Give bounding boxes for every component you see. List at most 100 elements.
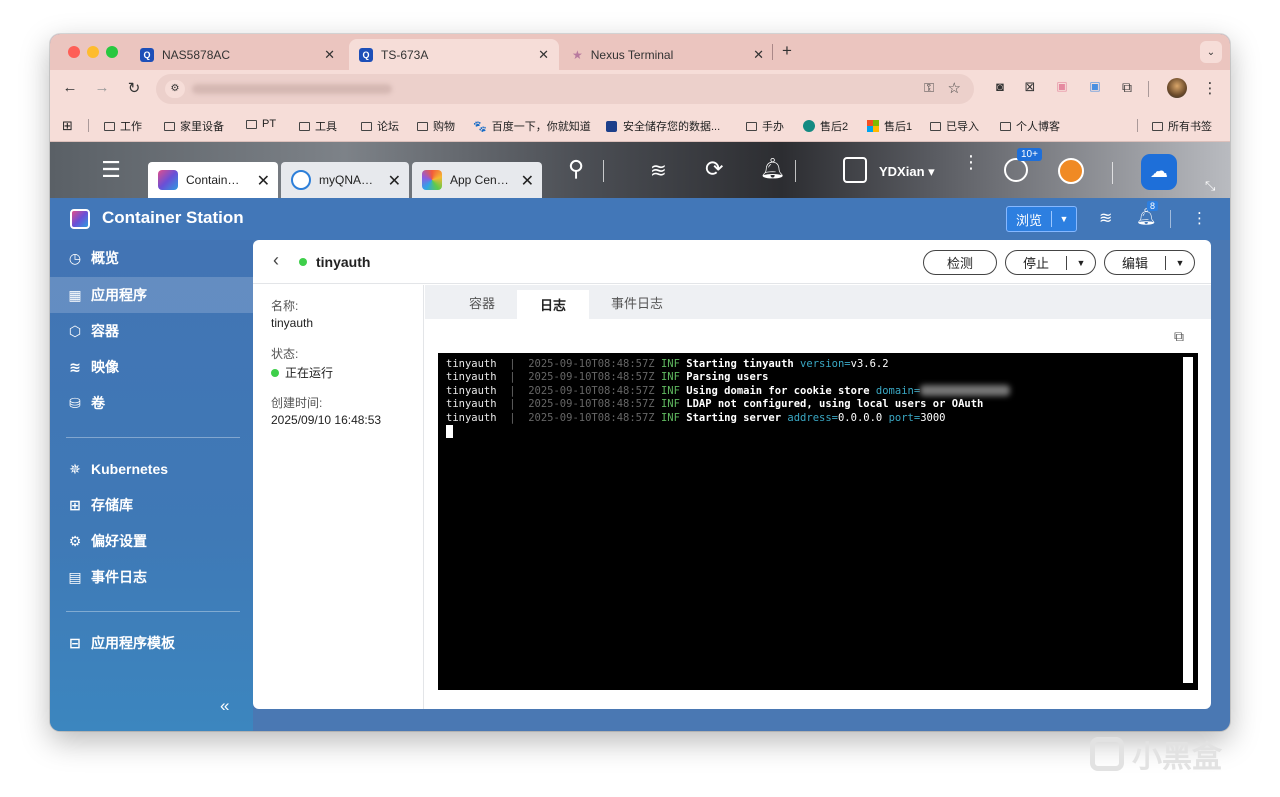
user-avatar-icon[interactable] [843,157,867,183]
folder-icon [746,121,757,131]
bookmark-label: 售后1 [884,121,913,133]
browser-tab-label: TS-673A [381,47,429,62]
more-options-icon[interactable]: ⋮ [1192,209,1207,227]
sidebar-divider [66,437,240,438]
edit-button[interactable]: 编辑 ▼ [1104,250,1195,275]
qts-tab-myqnapcloud[interactable]: myQNA… ✕ [281,162,409,198]
all-bookmarks-folder[interactable]: 所有书签 [1152,118,1212,134]
close-tab-icon[interactable]: ✕ [538,47,549,63]
extension-crop-icon[interactable]: ⊠ [1020,79,1040,95]
minimize-window-button[interactable] [87,46,99,58]
close-tab-icon[interactable]: ✕ [324,47,335,63]
bookmark-label: 购物 [433,121,455,133]
close-tab-icon[interactable]: ✕ [753,47,764,63]
bookmark-folder[interactable]: 工作 [104,118,142,134]
open-external-icon[interactable]: ⧉ [1174,328,1184,345]
sidebar-item-volumes[interactable]: ⛁ 卷 [50,385,253,421]
tab-search-icon[interactable]: ⌄ [1200,41,1222,63]
extension-pink-icon[interactable]: ▣ [1052,79,1072,93]
detail-tabs: 容器 日志 事件日志 [425,285,1211,319]
detect-button[interactable]: 检测 [923,250,997,275]
dashboard-icon[interactable] [1004,158,1028,182]
back-icon[interactable]: ← [60,79,80,96]
more-options-icon[interactable]: ⋮ [962,153,980,171]
sidebar-item-containers[interactable]: ⬡ 容器 [50,313,253,349]
sharepoint-icon [803,120,815,132]
notification-bell-icon[interactable]: 🔔︎ [760,156,785,181]
tab-logs[interactable]: 日志 [517,290,589,319]
reload-icon[interactable]: ↻ [124,79,144,97]
log-terminal[interactable]: tinyauth | 2025-09-10T08:48:57Z INF Star… [438,353,1198,690]
browser-tab-nexus[interactable]: ★ Nexus Terminal ✕ [562,39,774,70]
address-bar[interactable]: ⚙ ⚿ ☆ [156,74,974,104]
bookmark-label: 论坛 [377,121,399,133]
watermark-logo-icon [1090,737,1124,771]
bookmark-secure[interactable]: 安全储存您的数据... [606,118,720,134]
close-app-icon[interactable]: ✕ [388,171,401,191]
sidebar-item-preferences[interactable]: ⚙ 偏好设置 [50,523,253,559]
bookmark-after1[interactable]: 售后1 [867,118,912,134]
extension-mask-icon[interactable]: ◙ [990,79,1010,94]
app-info-column: 名称: tinyauth 状态: 正在运行 创建时间: 2025/09/10 1… [253,285,424,709]
tab-containers[interactable]: 容器 [445,285,519,319]
bookmark-folder[interactable]: 已导入 [930,118,979,134]
browse-button[interactable]: 浏览 ▼ [1006,206,1077,232]
myqnapcloud-link-icon[interactable]: ☁ [1141,154,1177,190]
collapse-sidebar-icon[interactable]: « [220,696,229,716]
app-title: Container Station [102,208,244,227]
apps-grid-icon[interactable]: ⊞ [62,118,73,134]
extensions-puzzle-icon[interactable]: ⧉ [1117,79,1137,96]
maximize-window-button[interactable] [106,46,118,58]
search-icon[interactable]: ⚲ [568,156,584,182]
extension-blue-icon[interactable]: ▣ [1085,79,1105,93]
resize-icon[interactable]: ⤡ [1205,178,1215,194]
browser-menu-icon[interactable]: ⋮ [1200,79,1220,97]
bookmark-folder[interactable]: 论坛 [361,118,399,134]
background-task-icon[interactable]: ≋ [1099,208,1112,228]
qts-tab-container-station[interactable]: Contain… ✕ [148,162,278,198]
bookmark-folder[interactable]: 个人博客 [1000,118,1060,134]
terminal-scrollbar[interactable] [1183,357,1193,683]
log-separator: | [496,411,529,424]
key-icon[interactable]: ⚿ [924,80,934,96]
bookmark-folder[interactable]: 工具 [299,118,337,134]
chevron-down-icon[interactable]: ▼ [1052,214,1076,224]
browser-tab-ts673a[interactable]: Q TS-673A ✕ [349,39,559,70]
microsoft-icon [867,120,879,132]
background-task-icon[interactable]: ≋ [650,158,667,183]
tab-event-log[interactable]: 事件日志 [595,285,679,319]
resource-monitor-icon[interactable] [1058,158,1084,184]
bookmark-baidu[interactable]: 🐾 百度一下，你就知道 [473,118,591,134]
qts-tab-app-center[interactable]: App Cen… ✕ [412,162,542,198]
close-app-icon[interactable]: ✕ [521,171,534,191]
sidebar-item-images[interactable]: ≋ 映像 [50,349,253,385]
sync-icon[interactable]: ⟳ [705,156,723,182]
sidebar-item-event-log[interactable]: ▤ 事件日志 [50,559,253,595]
bookmark-after2[interactable]: 售后2 [803,118,848,134]
sidebar-item-kubernetes[interactable]: ✵ Kubernetes [50,451,253,487]
sidebar-item-app-templates[interactable]: ⊟ 应用程序模板 [50,625,253,661]
sidebar-item-applications[interactable]: ▦ 应用程序 [50,277,253,313]
bookmark-folder[interactable]: 家里设备 [164,118,224,134]
main-menu-icon[interactable]: ☰ [98,158,124,184]
stop-button[interactable]: 停止 ▼ [1005,250,1096,275]
profile-avatar[interactable] [1167,78,1187,98]
status-text: 正在运行 [285,366,334,380]
sidebar-item-overview[interactable]: ◷ 概览 [50,240,253,276]
browser-tab-nas[interactable]: Q NAS5878AC ✕ [130,39,345,70]
close-window-button[interactable] [68,46,80,58]
bookmark-folder[interactable]: PT [246,118,276,130]
bookmark-folder[interactable]: 购物 [417,118,455,134]
close-app-icon[interactable]: ✕ [257,171,270,191]
new-tab-icon[interactable]: + [782,41,792,61]
bookmark-star-icon[interactable]: ☆ [948,79,961,97]
chevron-down-icon[interactable]: ▼ [1166,258,1194,268]
user-menu[interactable]: YDXian ▾ [879,164,935,180]
chevron-down-icon[interactable]: ▼ [1067,258,1095,268]
forward-icon[interactable]: → [92,79,112,96]
log-value: 3000 [920,411,946,424]
back-icon[interactable]: ‹ [273,250,279,271]
bookmark-folder[interactable]: 手办 [746,118,784,134]
sidebar-item-registry[interactable]: ⊞ 存储库 [50,487,253,523]
site-info-icon[interactable]: ⚙ [165,80,185,98]
